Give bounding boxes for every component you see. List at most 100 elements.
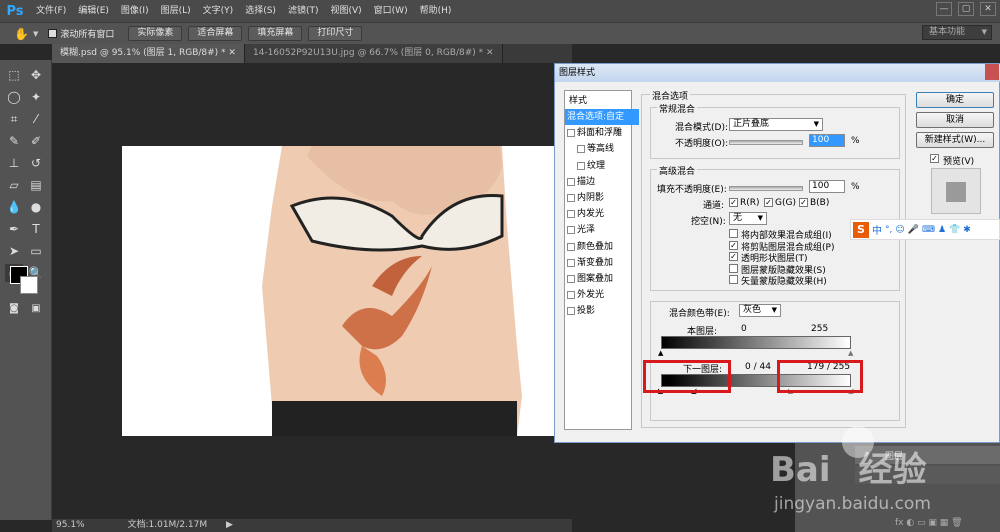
move-tool-icon[interactable]: ✥ — [27, 66, 45, 84]
menu-item-2[interactable]: 图像(I) — [115, 0, 155, 22]
history-brush-tool-icon[interactable]: ↺ — [27, 154, 45, 172]
menu-item-8[interactable]: 窗口(W) — [368, 0, 414, 22]
menu-item-1[interactable]: 编辑(E) — [72, 0, 115, 22]
new-style-button[interactable]: 新建样式(W)... — [916, 132, 994, 148]
path-selection-tool-icon[interactable]: ➤ — [5, 242, 23, 260]
advanced-checkbox[interactable] — [729, 275, 738, 284]
style-item-12[interactable]: 投影 — [565, 303, 639, 319]
tool-preset-arrow-icon[interactable]: ▼ — [33, 30, 38, 38]
style-item-7[interactable]: 光泽 — [565, 222, 639, 238]
zoom-level[interactable]: 95.1% — [56, 520, 85, 530]
menu-item-3[interactable]: 图层(L) — [155, 0, 197, 22]
close-button[interactable]: ✕ — [980, 2, 996, 16]
ime-tools-icon[interactable]: ✱ — [963, 225, 971, 235]
style-item-5[interactable]: 内阴影 — [565, 190, 639, 206]
status-arrow-icon[interactable]: ▶ — [226, 520, 233, 530]
menu-item-5[interactable]: 选择(S) — [239, 0, 282, 22]
knockout-select[interactable]: 无 ▼ — [729, 212, 767, 225]
blend-mode-select[interactable]: 正片叠底 ▼ — [729, 118, 823, 131]
style-item-0[interactable]: 混合选项:自定 — [565, 109, 639, 125]
screen-mode-icon[interactable]: ▣ — [27, 300, 45, 318]
ime-punct-icon[interactable]: °, — [885, 225, 892, 235]
fill-opacity-input[interactable]: 100 — [809, 180, 845, 193]
background-color-swatch[interactable] — [20, 276, 38, 294]
blur-tool-icon[interactable]: 💧 — [5, 198, 23, 216]
magic-wand-tool-icon[interactable]: ✦ — [27, 88, 45, 106]
this-layer-black-slider[interactable]: ▲ — [658, 350, 664, 357]
style-item-8[interactable]: 颜色叠加 — [565, 239, 639, 255]
style-checkbox[interactable] — [567, 258, 575, 267]
menu-item-6[interactable]: 滤镜(T) — [282, 0, 325, 22]
workspace-select[interactable]: 基本功能 ▼ — [922, 25, 992, 40]
style-checkbox[interactable] — [567, 291, 575, 300]
type-tool-icon[interactable]: T — [27, 220, 45, 238]
opacity-input[interactable]: 100 — [809, 134, 845, 147]
advanced-checkbox[interactable] — [729, 263, 738, 273]
clone-stamp-tool-icon[interactable]: ⊥ — [5, 154, 23, 172]
style-item-6[interactable]: 内发光 — [565, 206, 639, 222]
crop-tool-icon[interactable]: ⌗ — [5, 110, 23, 128]
fit-screen-button[interactable]: 适合屏幕 — [188, 26, 243, 41]
style-item-10[interactable]: 图案叠加 — [565, 271, 639, 287]
style-checkbox[interactable] — [567, 129, 575, 138]
brush-tool-icon[interactable]: ✐ — [27, 132, 45, 150]
marquee-tool-icon[interactable]: ⬚ — [5, 66, 23, 84]
blend-if-select[interactable]: 灰色 ▼ — [739, 304, 781, 317]
style-checkbox[interactable] — [567, 194, 575, 202]
eraser-tool-icon[interactable]: ▱ — [5, 176, 23, 194]
quick-mask-icon[interactable]: ◙ — [5, 300, 23, 318]
style-item-3[interactable]: 纹理 — [565, 158, 639, 174]
style-checkbox[interactable] — [567, 210, 575, 219]
menu-item-7[interactable]: 视图(V) — [324, 0, 367, 22]
minimize-button[interactable]: — — [936, 2, 952, 16]
style-item-9[interactable]: 渐变叠加 — [565, 255, 639, 271]
menu-item-9[interactable]: 帮助(H) — [414, 0, 458, 22]
ime-skin-icon[interactable]: 👕 — [949, 225, 960, 235]
advanced-checkbox[interactable] — [729, 229, 738, 238]
preview-checkbox[interactable]: ✓ — [930, 154, 939, 163]
ime-mic-icon[interactable]: 🎤 — [908, 225, 919, 235]
healing-brush-tool-icon[interactable]: ✎ — [5, 132, 23, 150]
ok-button[interactable]: 确定 — [916, 92, 994, 108]
ime-keyboard-icon[interactable]: ⌨ — [922, 225, 935, 235]
style-checkbox[interactable] — [567, 226, 575, 235]
style-item-11[interactable]: 外发光 — [565, 287, 639, 303]
advanced-checkbox[interactable]: ✓ — [729, 240, 738, 250]
scroll-all-checkbox[interactable] — [48, 29, 58, 38]
dialog-close-button[interactable] — [985, 64, 999, 80]
style-checkbox[interactable] — [567, 177, 575, 186]
fill-screen-button[interactable]: 填充屏幕 — [248, 26, 303, 41]
advanced-checkbox[interactable]: ✓ — [729, 252, 738, 261]
fill-opacity-slider[interactable] — [729, 186, 803, 191]
eyedropper-tool-icon[interactable]: ⁄ — [27, 110, 45, 128]
channel-g-checkbox[interactable]: ✓ — [764, 198, 773, 207]
shape-tool-icon[interactable]: ▭ — [27, 242, 45, 260]
print-size-button[interactable]: 打印尺寸 — [308, 26, 363, 41]
actual-pixels-button[interactable]: 实际像素 — [128, 26, 183, 41]
cancel-button[interactable]: 取消 — [916, 112, 994, 128]
style-checkbox[interactable] — [567, 275, 575, 283]
style-checkbox[interactable] — [567, 242, 575, 251]
ime-lang[interactable]: 中 — [872, 222, 882, 237]
channel-r-checkbox[interactable]: ✓ — [729, 198, 738, 207]
style-item-4[interactable]: 描边 — [565, 174, 639, 190]
style-checkbox[interactable] — [567, 307, 575, 316]
style-item-1[interactable]: 斜面和浮雕 — [565, 125, 639, 141]
dodge-tool-icon[interactable]: ● — [27, 198, 45, 216]
gradient-tool-icon[interactable]: ▤ — [27, 176, 45, 194]
style-checkbox[interactable] — [577, 161, 585, 170]
sogou-logo-icon[interactable]: S — [853, 221, 869, 238]
lasso-tool-icon[interactable]: ◯ — [5, 88, 23, 106]
ime-emoji-icon[interactable]: ☺ — [895, 225, 904, 235]
opacity-slider[interactable] — [729, 140, 803, 145]
tab-blur-psd[interactable]: 模糊.psd @ 95.1% (图层 1, RGB/8#) * ✕ — [52, 44, 245, 63]
ime-user-icon[interactable]: ♟ — [938, 225, 946, 235]
channel-b-checkbox[interactable]: ✓ — [799, 198, 808, 207]
style-item-2[interactable]: 等高线 — [565, 141, 639, 157]
menu-item-0[interactable]: 文件(F) — [30, 0, 72, 22]
pen-tool-icon[interactable]: ✒ — [5, 220, 23, 238]
menu-item-4[interactable]: 文字(Y) — [197, 0, 240, 22]
style-checkbox[interactable] — [577, 145, 585, 154]
tab-jpg[interactable]: 14-16052P92U13U.jpg @ 66.7% (图层 0, RGB/8… — [244, 44, 503, 63]
this-layer-white-slider[interactable]: ▲ — [848, 350, 854, 357]
